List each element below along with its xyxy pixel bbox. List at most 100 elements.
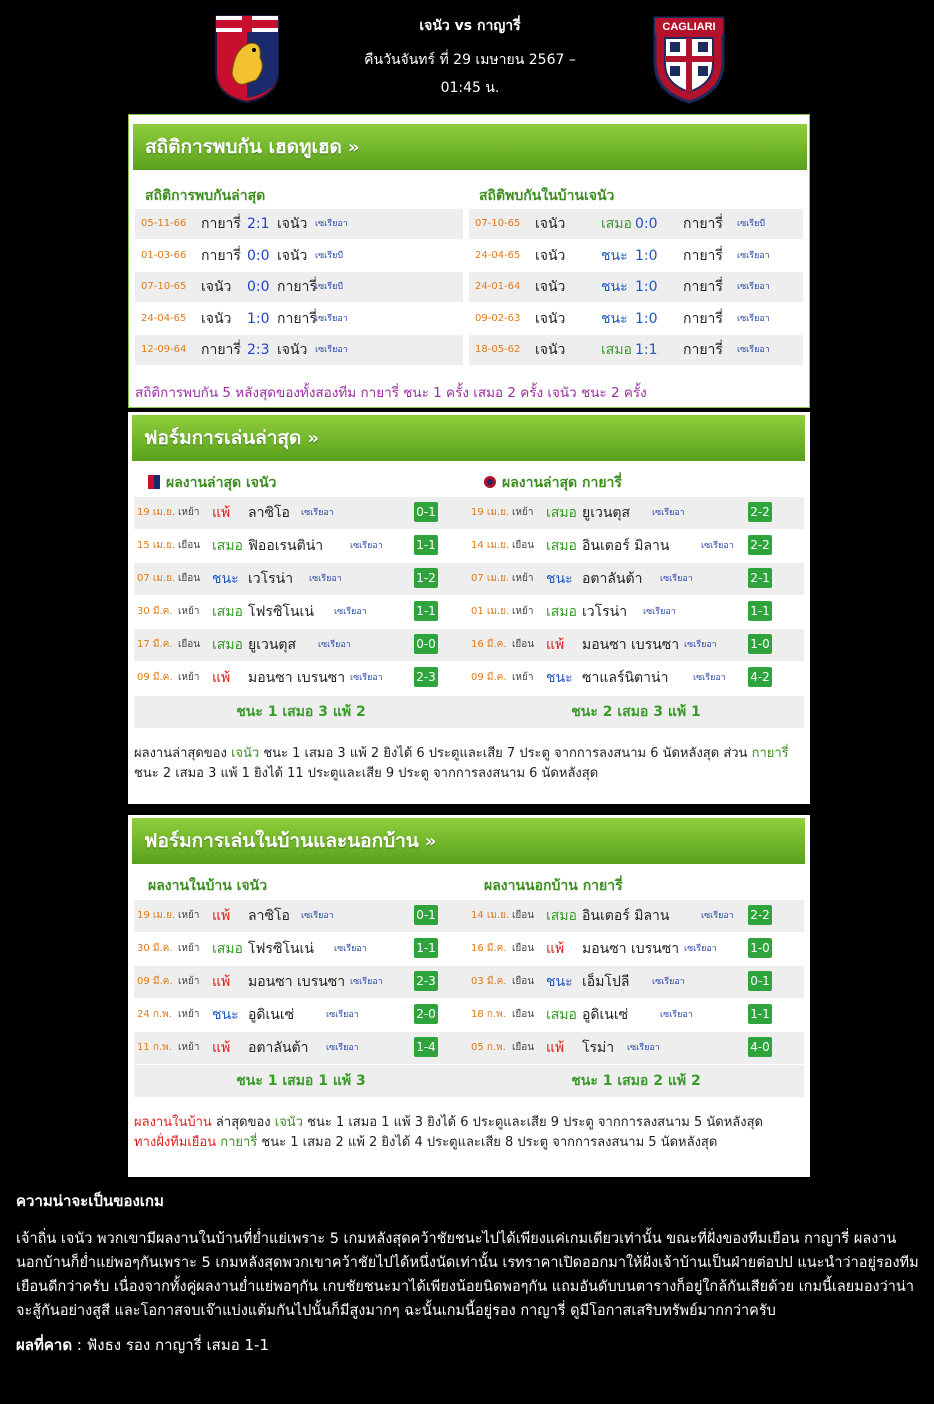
h2h-row: 07-10-65 เจนัว 0:0 กายารี่ เซเรียบี bbox=[135, 272, 463, 302]
match-date: 09 มี.ค. bbox=[471, 672, 507, 683]
league-name: เซเรียอา bbox=[326, 1010, 359, 1020]
league-name: เซเรียอา bbox=[684, 944, 717, 954]
home-team: เจนัว bbox=[535, 279, 566, 295]
league-name: เซเรียอา bbox=[701, 911, 734, 921]
match-date: 01-03-66 bbox=[141, 249, 187, 261]
h2h-row: 24-04-65 เจนัว ชนะ 1:0 กายารี่ เซเรียอา bbox=[469, 241, 803, 271]
home-away-label: เหย้า bbox=[178, 943, 200, 954]
home-away-label: เยือน bbox=[512, 1042, 535, 1053]
form-row: 30 มี.ค. เหย้า เสมอ โฟรซิโนเน่ เซเรียอา 1-1 bbox=[134, 596, 468, 628]
league-name: เซเรียอา bbox=[701, 541, 734, 551]
match-score: 0:0 bbox=[247, 247, 270, 264]
home-away-label: เหย้า bbox=[178, 606, 200, 617]
form-row: 17 มี.ค. เยือน เสมอ ยูเวนตุส เซเรียอา 0-0 bbox=[134, 629, 468, 661]
form-row: 14 เม.ย. เยือน เสมอ อินเตอร์ มิลาน เซเรียอา 2… bbox=[468, 530, 804, 562]
opponent-team: มอนซา เบรนซา bbox=[248, 670, 346, 686]
h2h-heading-band: สถิติการพบกัน เฮดทูเฮด» bbox=[133, 124, 807, 170]
h2h-summary: สถิติการพบกัน 5 หลังสุดของทั้งสองทีม กาย… bbox=[135, 385, 647, 401]
homeaway-heading: ฟอร์มการเล่นในบ้านและนอกบ้าน bbox=[144, 830, 419, 852]
match-date: 03 มี.ค. bbox=[471, 976, 507, 987]
league-name: เซเรียอา bbox=[652, 508, 685, 518]
opponent-team: อูดิเนเซ่ bbox=[582, 1007, 629, 1023]
chevron-right-icon: » bbox=[307, 428, 319, 449]
opponent-team: อตาลันต้า bbox=[582, 571, 643, 587]
h2h-row: 01-03-66 กายารี่ 0:0 เจนัว เซเรียบี bbox=[135, 241, 463, 271]
opponent-team: ฟิออเรนติน่า bbox=[248, 538, 324, 554]
league-name: เซเรียอา bbox=[737, 282, 770, 292]
h2h-row: 09-02-63 เจนัว ชนะ 1:0 กายารี่ เซเรียอา bbox=[469, 304, 803, 334]
match-result: แพ้ bbox=[212, 505, 231, 521]
league-name: เซเรียอา bbox=[334, 607, 367, 617]
match-result: แพ้ bbox=[546, 941, 565, 957]
homeaway-left-title: ผลงานในบ้าน เจนัว bbox=[148, 878, 268, 894]
score-badge: 1-0 bbox=[748, 634, 772, 654]
home-team: กายารี่ bbox=[201, 342, 241, 358]
away-team: กายารี่ bbox=[683, 279, 723, 295]
h2h-row: 24-04-65 เจนัว 1:0 กายารี่ เซเรียอา bbox=[135, 304, 463, 334]
homeaway-note-text-2: ชนะ 1 เสมอ 1 แพ้ 3 ยิงได้ 6 ประตูและเสีย… bbox=[303, 1115, 763, 1130]
homeaway-panel: ฟอร์มการเล่นในบ้านและนอกบ้าน» ผลงานในบ้า… bbox=[128, 815, 810, 1177]
score-badge: 1-4 bbox=[414, 1037, 438, 1057]
match-result: ชนะ bbox=[212, 1007, 239, 1023]
form-row: 19 เม.ย. เหย้า แพ้ ลาซิโอ เซเรียอา 0-1 bbox=[134, 900, 468, 932]
form-note-home-team: เจนัว bbox=[230, 746, 260, 761]
form-row: 07 เม.ย. เยือน ชนะ เวโรน่า เซเรียอา 1-2 bbox=[134, 563, 468, 595]
form-row: 07 เม.ย. เหย้า ชนะ อตาลันต้า เซเรียอา 2-1 bbox=[468, 563, 804, 595]
league-name: เซเรียอา bbox=[643, 607, 676, 617]
match-result: แพ้ bbox=[212, 908, 231, 924]
homeaway-note-line-2: ทางฝั่งทีมเยือน กายารี่ ชนะ 1 เสมอ 2 แพ้… bbox=[134, 1133, 804, 1153]
home-away-label: เหย้า bbox=[178, 1009, 200, 1020]
cagliari-logo-text: CAGLIARI bbox=[662, 21, 715, 33]
match-date: 19 เม.ย. bbox=[471, 507, 510, 518]
cagliari-mini-icon bbox=[484, 476, 496, 488]
match-result: เสมอ bbox=[212, 941, 243, 957]
match-result: เสมอ bbox=[212, 538, 243, 554]
form-row: 16 มี.ค. เยือน แพ้ มอนซา เบรนซา เซเรียอา 1-0 bbox=[468, 933, 804, 965]
match-result: เสมอ bbox=[546, 604, 577, 620]
away-team: กายารี่ bbox=[683, 216, 723, 232]
match-result: แพ้ bbox=[212, 974, 231, 990]
match-result: แพ้ bbox=[212, 1040, 231, 1056]
home-away-label: เหย้า bbox=[178, 910, 200, 921]
match-date: 30 มี.ค. bbox=[137, 943, 173, 954]
score-badge: 0-0 bbox=[414, 634, 438, 654]
league-name: เซเรียอา bbox=[301, 508, 334, 518]
article: ความน่าจะเป็นของเกม เจ้าถิ่น เจนัว พวกเข… bbox=[16, 1189, 922, 1357]
homeaway-note-away-label: ทางฝั่งทีมเยือน bbox=[134, 1135, 221, 1150]
homeaway-note-home-label: ผลงานในบ้าน bbox=[134, 1115, 212, 1130]
league-name: เซเรียอา bbox=[309, 574, 342, 584]
match-date: 24-01-64 bbox=[475, 281, 521, 292]
match-date: 14 เม.ย. bbox=[471, 910, 510, 921]
league-name: เซเรียอา bbox=[318, 640, 351, 650]
homeaway-note: ผลงานในบ้าน ล่าสุดของ เจนัว ชนะ 1 เสมอ 1… bbox=[134, 1113, 804, 1153]
match-date: 24-04-65 bbox=[475, 249, 521, 261]
form-note-away-team: กายารี่ bbox=[751, 746, 789, 761]
score-badge: 2-2 bbox=[748, 535, 772, 555]
league-name: เซเรียอา bbox=[334, 944, 367, 954]
h2h-panel: สถิติการพบกัน เฮดทูเฮด» สถิติการพบกันล่า… bbox=[128, 114, 810, 408]
match-result: ชนะ bbox=[546, 670, 573, 686]
form-row: 11 ก.พ. เหย้า แพ้ อตาลันต้า เซเรียอา 1-4 bbox=[134, 1032, 468, 1064]
opponent-team: โรม่า bbox=[582, 1040, 615, 1056]
match-date: 24 ก.พ. bbox=[137, 1009, 172, 1020]
homeaway-note-text-1: ล่าสุดของ bbox=[211, 1115, 275, 1130]
opponent-team: อูดิเนเซ่ bbox=[248, 1007, 295, 1023]
match-result: ชนะ bbox=[601, 310, 628, 327]
homeaway-right-title: ผลงานนอกบ้าน กายารี่ bbox=[484, 878, 623, 894]
homeaway-note-home-team: เจนัว bbox=[274, 1115, 303, 1130]
score-badge: 2-1 bbox=[748, 568, 772, 588]
opponent-team: โฟรซิโนเน่ bbox=[248, 604, 314, 620]
league-name: เซเรียอา bbox=[315, 345, 348, 355]
chevron-right-icon: » bbox=[424, 831, 437, 852]
form-heading: ฟอร์มการเล่นล่าสุด bbox=[144, 427, 302, 449]
match-date: 11 ก.พ. bbox=[137, 1042, 172, 1053]
form-note-text-3: ชนะ 2 เสมอ 3 แพ้ 1 ยิงได้ 11 ประตูและเสี… bbox=[134, 766, 599, 781]
h2h-right-title: สถิติพบกันในบ้านเจนัว bbox=[479, 188, 615, 204]
home-away-label: เหย้า bbox=[512, 507, 534, 518]
match-score: 2:3 bbox=[247, 342, 270, 358]
opponent-team: อตาลันต้า bbox=[248, 1040, 309, 1056]
article-body: เจ้าถิ่น เจนัว พวกเขามีผลงานในบ้านที่ย่ำ… bbox=[16, 1231, 919, 1319]
opponent-team: ยูเวนตุส bbox=[248, 637, 297, 653]
match-result: แพ้ bbox=[212, 670, 231, 686]
form-row: 14 เม.ย. เยือน เสมอ อินเตอร์ มิลาน เซเรียอา 2… bbox=[468, 900, 804, 932]
